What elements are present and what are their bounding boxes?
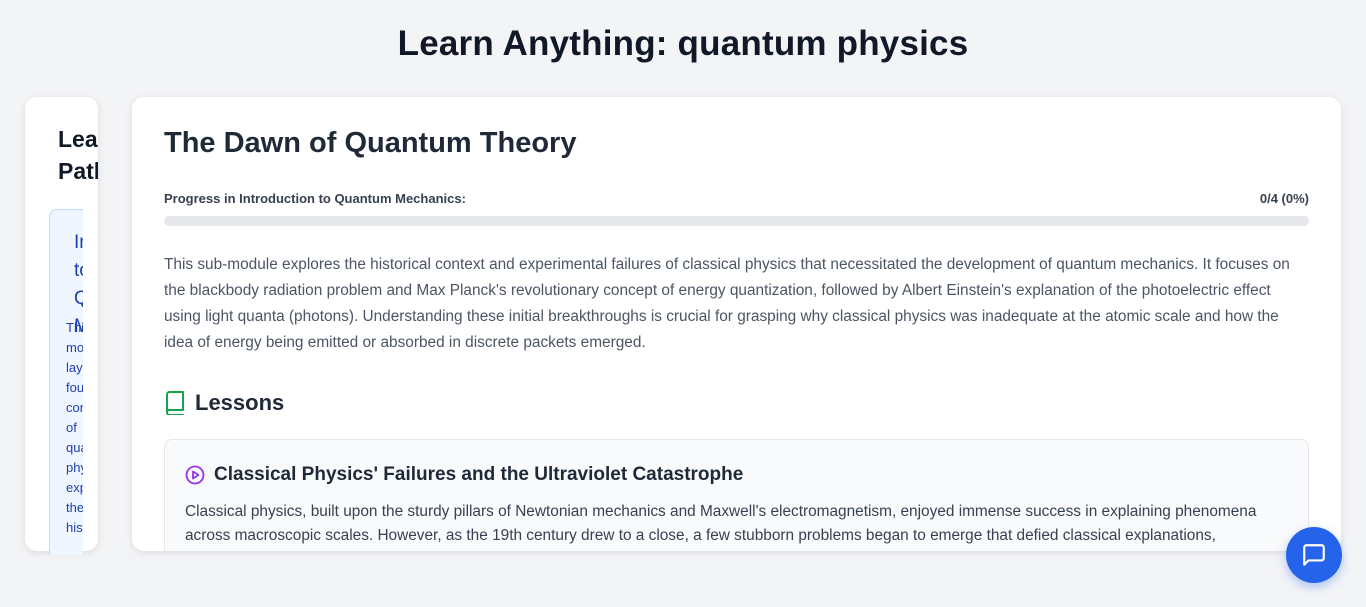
progress-bar [164, 216, 1309, 226]
module-card-description: This module lays the foundational concep… [66, 320, 83, 535]
book-icon [164, 391, 186, 416]
lesson-title: Classical Physics' Failures and the Ultr… [214, 464, 744, 485]
submodule-title: The Dawn of Quantum Theory [164, 127, 577, 159]
lesson-body: Classical physics, built upon the sturdy… [185, 503, 1257, 544]
progress-label: Progress in Introduction to Quantum Mech… [164, 191, 466, 206]
submodule-description: This sub-module explores the historical … [164, 256, 1290, 351]
play-circle-icon [185, 465, 205, 485]
lessons-heading: Lessons [195, 390, 285, 415]
module-card[interactable]: Introduction to Quantum Mechanics This m… [49, 209, 83, 555]
page-title: Learn Anything: quantum physics [397, 24, 969, 63]
progress-value: 0/4 (0%) [1259, 191, 1309, 206]
chat-bubble-icon [1301, 542, 1327, 568]
lesson-card[interactable]: Classical Physics' Failures and the Ultr… [164, 439, 1309, 551]
lessons-header: Lessons [164, 390, 284, 416]
submodule-panel: The Dawn of Quantum Theory Progress in I… [132, 97, 1341, 551]
sidebar-title: Learning Path [58, 126, 98, 184]
lesson-header: Classical Physics' Failures and the Ultr… [185, 464, 743, 486]
chat-button[interactable] [1286, 527, 1342, 583]
